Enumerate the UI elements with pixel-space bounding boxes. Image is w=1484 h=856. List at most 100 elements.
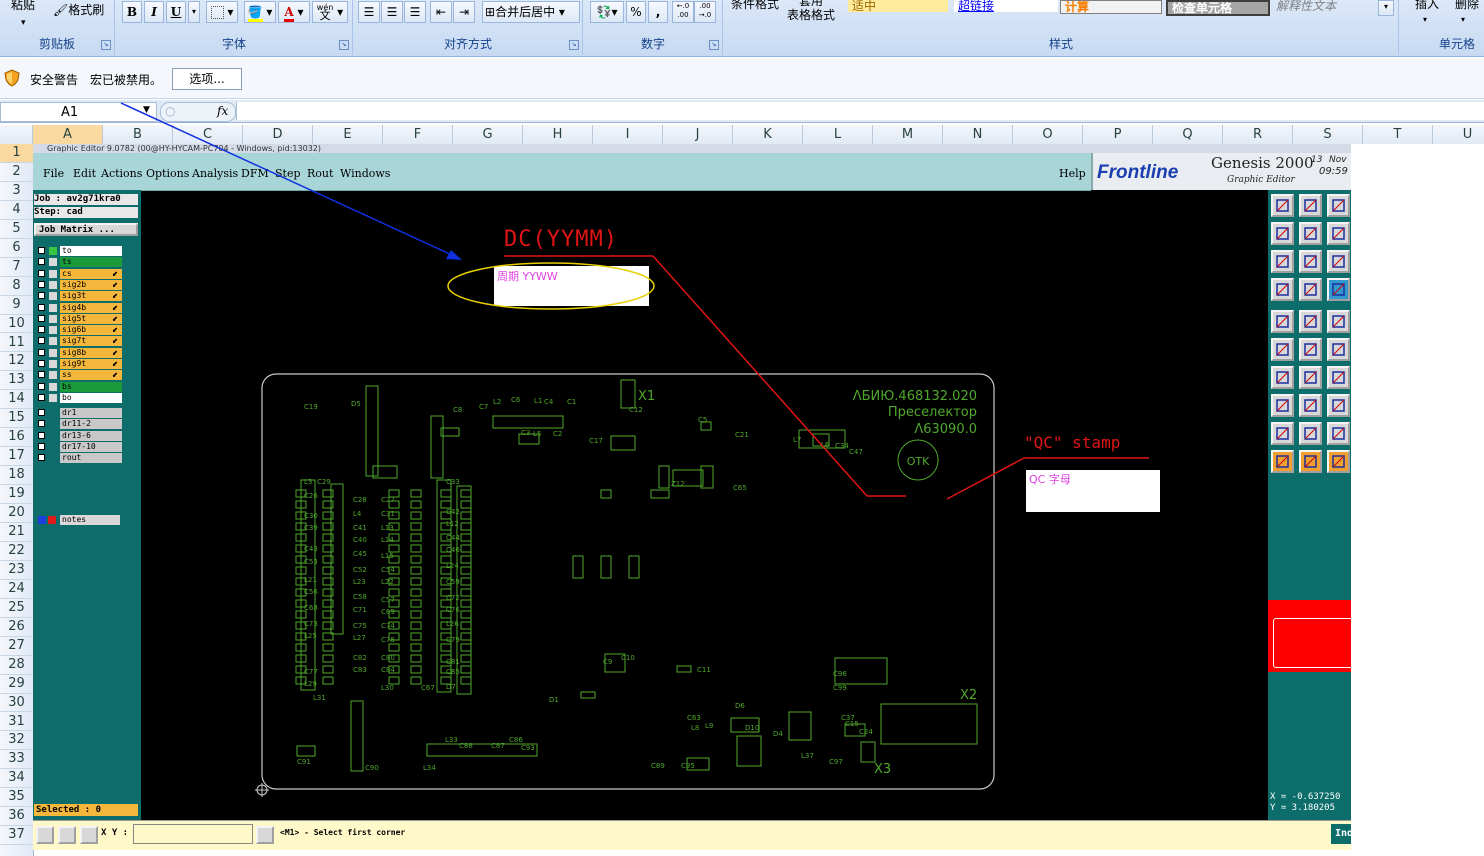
layer-row-to[interactable]: to — [36, 246, 140, 256]
row-header-22[interactable]: 22 — [0, 542, 33, 561]
underline-button[interactable]: U — [166, 1, 186, 23]
column-header-l[interactable]: L — [803, 125, 873, 144]
zoom-fit-icon[interactable] — [1271, 250, 1294, 273]
row-header-19[interactable]: 19 — [0, 485, 33, 505]
column-header-f[interactable]: F — [383, 125, 453, 144]
layer-row-ts[interactable]: ts — [36, 257, 140, 268]
minus-icon[interactable] — [1299, 394, 1322, 417]
layer-checkbox[interactable] — [38, 303, 45, 311]
row-header-28[interactable]: 28 — [0, 656, 33, 675]
row-header-8[interactable]: 8 — [0, 277, 33, 296]
layer-checkbox[interactable] — [38, 420, 45, 428]
font-color-button[interactable]: A ▾ — [278, 1, 310, 23]
pointer-select-icon[interactable] — [1327, 450, 1350, 473]
delete-dropdown-icon[interactable]: ▾ — [1460, 9, 1466, 31]
row-header-7[interactable]: 7 — [0, 258, 33, 277]
menu-windows[interactable]: Windows — [340, 167, 390, 180]
select-box-icon[interactable] — [1271, 394, 1294, 417]
row-header-26[interactable]: 26 — [0, 618, 33, 637]
open-step-icon[interactable] — [1271, 194, 1294, 217]
row-header-18[interactable]: 18 — [0, 466, 33, 486]
style-hyperlink-cell[interactable]: 超链接 — [954, 0, 1058, 12]
row-header-37[interactable]: 37 — [0, 826, 33, 846]
row-header-27[interactable]: 27 — [0, 637, 33, 656]
decrease-indent-button[interactable]: ⇤ — [430, 1, 452, 23]
measure-icon[interactable] — [1327, 310, 1350, 333]
drill-layer-row-dr11-2[interactable]: dr11-2 — [36, 419, 140, 430]
style-explain-cell[interactable]: 解释性文本 — [1272, 0, 1376, 12]
connect-icon[interactable] — [1271, 338, 1294, 361]
merge-center-button[interactable]: ⊞合并后居中 ▾ — [482, 1, 580, 23]
column-header-d[interactable]: D — [243, 125, 313, 144]
column-header-n[interactable]: N — [943, 125, 1013, 144]
insert-dropdown-icon[interactable]: ▾ — [1422, 9, 1428, 31]
frame-icon[interactable] — [1327, 394, 1350, 417]
arc-icon[interactable] — [1327, 366, 1350, 389]
alignment-launcher-icon[interactable]: ↘ — [569, 40, 579, 50]
font-launcher-icon[interactable]: ↘ — [339, 40, 349, 50]
pcb-canvas[interactable]: C19 D5C8 C7L2 C6 L1 C4 C1C12C5C3 L5 C2C17C21L7L6… — [141, 190, 1268, 820]
triangle-icon[interactable] — [1271, 422, 1294, 445]
row-header-20[interactable]: 20 — [0, 504, 33, 523]
home-icon[interactable] — [1327, 194, 1350, 217]
notes-layer[interactable]: notes — [33, 515, 141, 525]
layer-row-sig4b[interactable]: sig4b ⬋ — [36, 302, 140, 313]
column-header-t[interactable]: T — [1363, 125, 1433, 144]
menu-options[interactable]: Options — [146, 167, 189, 180]
style-medium-cell[interactable]: 适中 — [848, 0, 948, 12]
column-header-g[interactable]: G — [453, 125, 523, 144]
row-header-4[interactable]: 4 — [0, 201, 33, 220]
column-header-k[interactable]: K — [733, 125, 803, 144]
layer-checkbox[interactable] — [38, 326, 45, 334]
row-header-33[interactable]: 33 — [0, 750, 33, 770]
drill-layer-row-dr13-6[interactable]: dr13-6 — [36, 430, 140, 441]
layer-checkbox[interactable] — [38, 247, 45, 254]
cross-icon[interactable] — [1299, 338, 1322, 361]
layer-row-sig8b[interactable]: sig8b ⬋ — [36, 347, 140, 358]
row-header-12[interactable]: 12 — [0, 352, 33, 372]
camera-icon[interactable] — [1271, 310, 1294, 333]
zoom-in-icon[interactable] — [1299, 250, 1322, 273]
row-header-23[interactable]: 23 — [0, 561, 33, 580]
layer-checkbox[interactable] — [38, 442, 45, 450]
column-header-j[interactable]: J — [663, 125, 733, 144]
filter-icon[interactable] — [1271, 278, 1294, 301]
pointer-box-icon[interactable] — [1299, 450, 1322, 473]
xy-input[interactable] — [133, 824, 253, 844]
pointer-icon[interactable] — [1271, 450, 1294, 473]
delete-button[interactable]: 删除 — [1454, 0, 1480, 15]
column-header-a[interactable]: A — [33, 125, 103, 146]
row-header-9[interactable]: 9 — [0, 296, 33, 315]
row-header-36[interactable]: 36 — [0, 807, 33, 827]
row-header-25[interactable]: 25 — [0, 599, 33, 618]
formula-cancel-icon[interactable]: ○ — [165, 104, 175, 118]
zoom-ratio-icon[interactable] — [1327, 250, 1350, 273]
layer-row-cs[interactable]: cs ⬋ — [36, 268, 140, 279]
layer-checkbox[interactable] — [38, 371, 45, 379]
table-format-button[interactable]: 套用 表格格式 — [786, 0, 836, 22]
row-header-17[interactable]: 17 — [0, 447, 33, 467]
menu-step[interactable]: Step — [275, 167, 301, 180]
draw-rect-icon[interactable] — [1299, 310, 1322, 333]
layer-checkbox[interactable] — [38, 280, 45, 288]
styles-more-icon[interactable]: ▾ — [1378, 0, 1394, 16]
row-header-21[interactable]: 21 — [0, 523, 33, 542]
fill-color-button[interactable]: 🪣 ▾ — [244, 1, 276, 23]
layer-checkbox[interactable] — [38, 454, 45, 462]
layer-checkbox[interactable] — [38, 393, 45, 401]
row-header-32[interactable]: 32 — [0, 731, 33, 751]
row-header-31[interactable]: 31 — [0, 713, 33, 732]
layer-row-sig9t[interactable]: sig9t ⬋ — [36, 359, 140, 369]
layer-checkbox[interactable] — [38, 382, 45, 390]
name-box-dropdown-icon[interactable]: ▼ — [143, 105, 150, 115]
conditional-format-button[interactable]: 条件格式 — [730, 0, 780, 15]
angle-icon[interactable] — [1299, 366, 1322, 389]
row-header-15[interactable]: 15 — [0, 409, 33, 429]
layer-checkbox[interactable] — [38, 337, 45, 345]
row-header-5[interactable]: 5 — [0, 220, 33, 239]
layer-checkbox[interactable] — [38, 292, 45, 300]
menu-dfm[interactable]: DFM — [241, 167, 269, 180]
job-matrix-button[interactable]: Job Matrix ... — [34, 223, 138, 236]
grid-icon[interactable] — [80, 826, 98, 844]
drill-layer-row-dr17-10[interactable]: dr17-10 — [36, 441, 140, 452]
